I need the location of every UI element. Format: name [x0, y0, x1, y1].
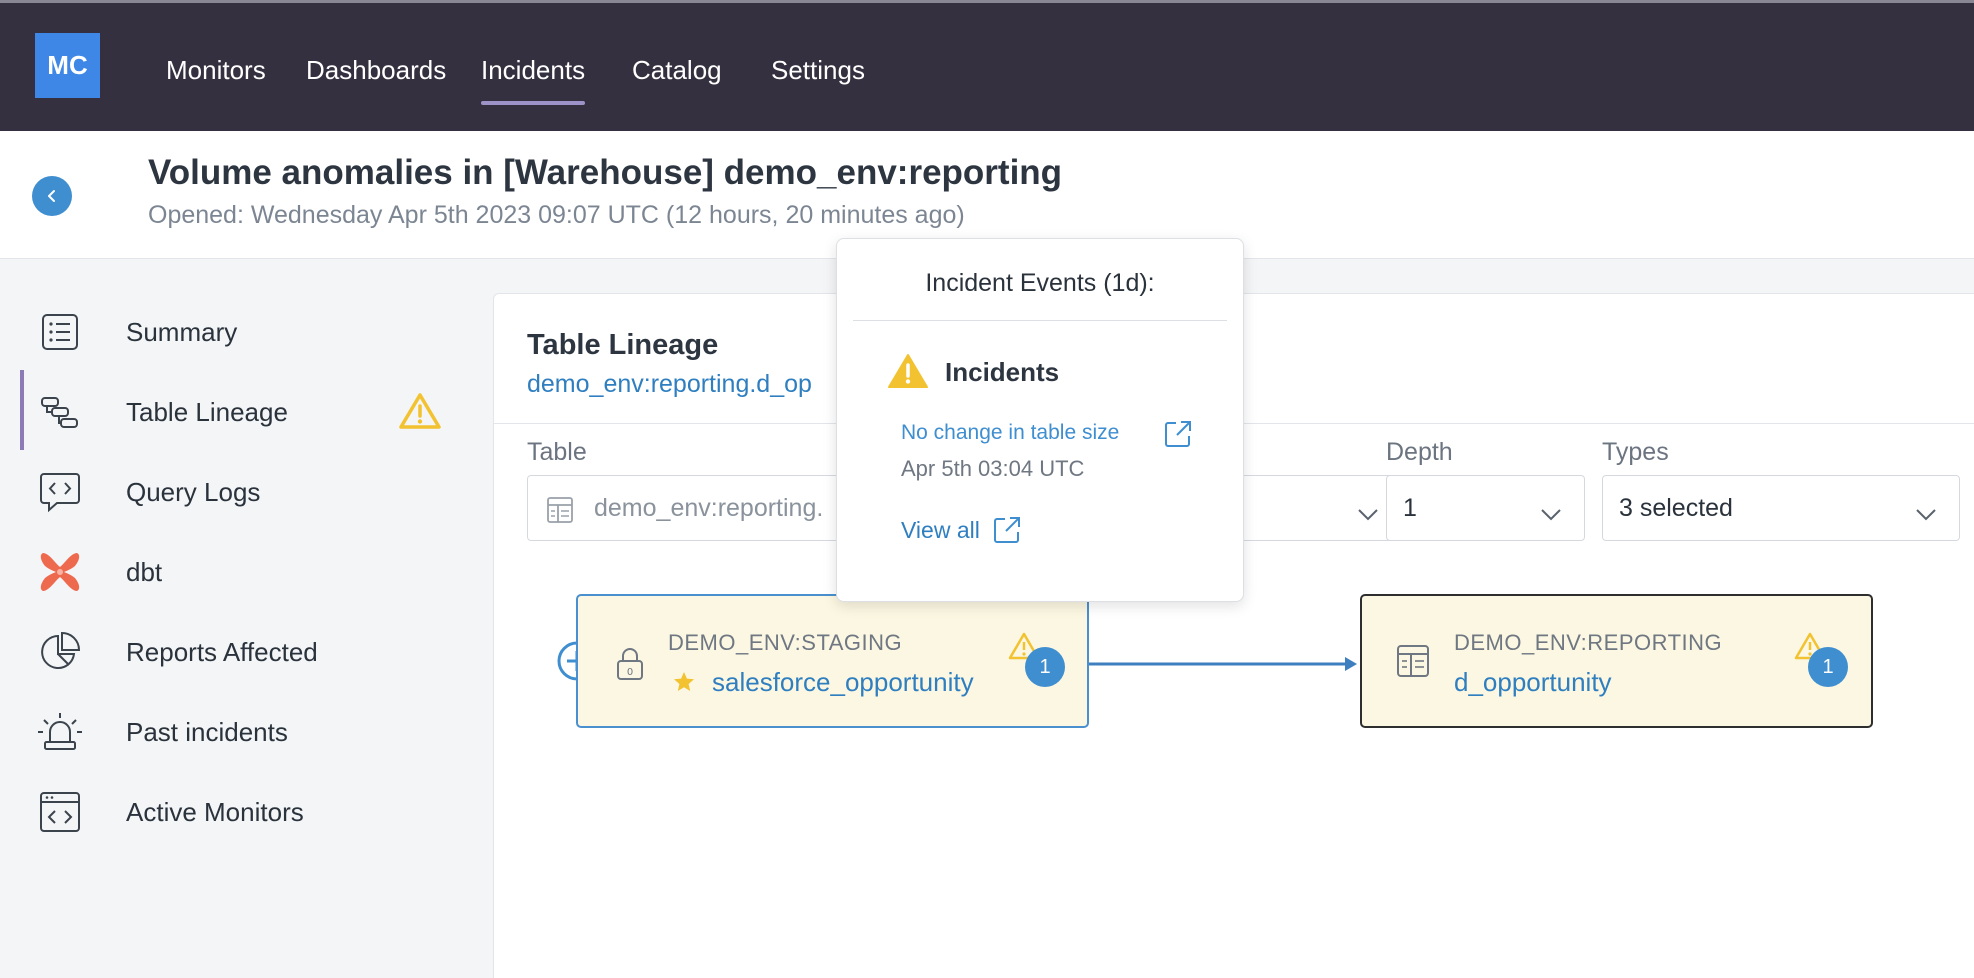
- node-table-name: salesforce_opportunity: [712, 667, 974, 697]
- table-link[interactable]: demo_env:reporting.d_op: [527, 370, 812, 399]
- sidebar-item-table-lineage[interactable]: Table Lineage: [20, 380, 460, 444]
- sidebar-item-label: Reports Affected: [126, 636, 318, 667]
- node-schema: DEMO_ENV:STAGING: [668, 630, 903, 655]
- sidebar-item-label: Active Monitors: [126, 796, 304, 827]
- external-link-icon[interactable]: [1163, 419, 1193, 454]
- lineage-edge: [1089, 657, 1357, 671]
- types-field-label: Types: [1602, 438, 1669, 466]
- panel-title: Table Lineage: [527, 329, 719, 361]
- nav-incidents-label: Incidents: [481, 55, 586, 85]
- lineage-icon: [30, 382, 90, 442]
- code-bubble-icon: [30, 462, 90, 522]
- incident-count-badge[interactable]: 1: [1025, 647, 1065, 687]
- chevron-down-icon: [1915, 500, 1937, 529]
- sidebar-item-active-monitors[interactable]: Active Monitors: [20, 780, 460, 844]
- divider: [853, 320, 1227, 321]
- nav-active-indicator: [481, 101, 586, 105]
- popover-section-title: Incidents: [945, 357, 1060, 387]
- nav-settings[interactable]: Settings: [771, 53, 865, 87]
- incident-count-badge[interactable]: 1: [1808, 647, 1848, 687]
- nav-monitors[interactable]: Monitors: [166, 53, 266, 87]
- sidebar-item-label: Summary: [126, 316, 238, 347]
- sidebar-item-label: Table Lineage: [126, 396, 288, 427]
- siren-icon: [30, 702, 90, 762]
- back-button[interactable]: [32, 176, 72, 216]
- lineage-node-reporting[interactable]: DEMO_ENV:REPORTING d_opportunity 1: [1360, 594, 1873, 728]
- chevron-down-icon: [1357, 500, 1379, 529]
- chevron-left-icon: [48, 190, 55, 202]
- sidebar-item-reports-affected[interactable]: Reports Affected: [20, 620, 460, 684]
- nav-catalog[interactable]: Catalog: [632, 53, 722, 87]
- sidebar-item-summary[interactable]: Summary: [20, 300, 460, 364]
- nav-incidents[interactable]: Incidents: [481, 53, 586, 105]
- opened-timestamp: Opened: Wednesday Apr 5th 2023 09:07 UTC…: [148, 201, 965, 229]
- lineage-node-staging[interactable]: 0 DEMO_ENV:STAGING salesforce_opportunit…: [576, 594, 1089, 728]
- table-field-label: Table: [527, 438, 587, 466]
- popover-title: Incident Events (1d):: [925, 269, 1155, 297]
- star-icon[interactable]: [672, 670, 696, 699]
- types-select[interactable]: 3 selected: [1602, 475, 1960, 541]
- page-title: Volume anomalies in [Warehouse] demo_env…: [148, 153, 1063, 192]
- nav-dashboards[interactable]: Dashboards: [306, 53, 446, 87]
- incident-events-popover: Incident Events (1d): Incidents No chang…: [836, 238, 1244, 602]
- incident-event-date: Apr 5th 03:04 UTC: [901, 456, 1085, 481]
- sidebar-item-label: Past incidents: [126, 716, 288, 747]
- lock-icon: 0: [615, 646, 645, 687]
- view-all-label: View all: [901, 516, 980, 543]
- logo[interactable]: MC: [35, 33, 100, 98]
- depth-select-value: 1: [1403, 493, 1417, 522]
- node-table-name: d_opportunity: [1454, 667, 1612, 697]
- external-link-icon: [992, 515, 1022, 545]
- sidebar-item-label: dbt: [126, 556, 163, 587]
- sidebar-item-label: Query Logs: [126, 476, 261, 507]
- chevron-down-icon: [1540, 500, 1562, 529]
- sidebar-item-query-logs[interactable]: Query Logs: [20, 460, 460, 524]
- node-schema: DEMO_ENV:REPORTING: [1454, 630, 1723, 655]
- table-icon: [546, 496, 574, 531]
- svg-text:0: 0: [627, 667, 633, 678]
- dbt-icon: [30, 542, 90, 602]
- top-nav-bar: MC Monitors Dashboards Incidents Catalog…: [0, 0, 1974, 131]
- view-all-link[interactable]: View all: [901, 515, 1022, 545]
- incident-event-link[interactable]: No change in table size: [901, 421, 1119, 445]
- sidebar-item-past-incidents[interactable]: Past incidents: [20, 700, 460, 764]
- code-window-icon: [30, 782, 90, 842]
- warning-icon: [887, 353, 929, 394]
- sidebar-item-dbt[interactable]: dbt: [20, 540, 460, 604]
- types-select-value: 3 selected: [1619, 493, 1733, 522]
- warning-icon: [398, 392, 442, 435]
- pie-chart-icon: [30, 622, 90, 682]
- table-icon: [1396, 644, 1430, 683]
- table-select-value: demo_env:reporting.: [594, 493, 824, 522]
- depth-field-label: Depth: [1386, 438, 1453, 466]
- list-icon: [30, 302, 90, 362]
- depth-select[interactable]: 1: [1386, 475, 1585, 541]
